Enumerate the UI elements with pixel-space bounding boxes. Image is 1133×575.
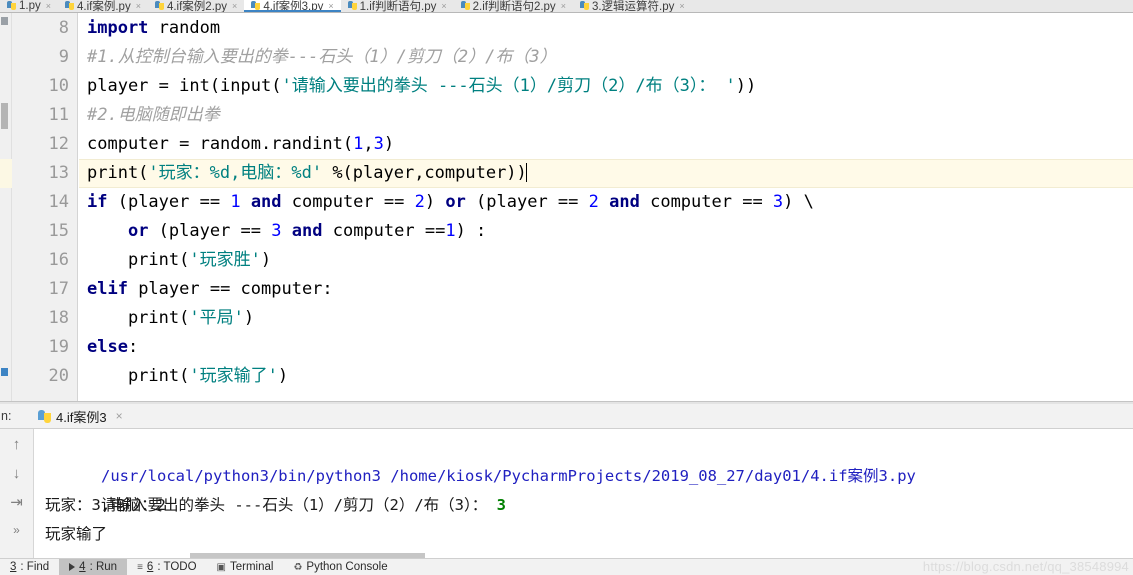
editor-tab-2[interactable]: 4.if案例2.py × <box>148 0 244 12</box>
line-number: 11 <box>48 105 69 125</box>
status-bar-item-run[interactable]: 4: Run <box>59 558 128 575</box>
line-number: 20 <box>48 366 69 386</box>
editor-tab-3[interactable]: 4.if案例3.py × <box>244 0 342 13</box>
code-line[interactable]: import random <box>87 14 220 43</box>
python-file-icon <box>251 1 261 10</box>
code-line[interactable]: if (player == 1 and computer == 2) or (p… <box>87 188 814 217</box>
line-number: 12 <box>48 134 69 154</box>
editor-tab-1[interactable]: 4.if案例.py × <box>58 0 148 12</box>
close-icon[interactable]: × <box>136 1 141 11</box>
soft-wrap-icon[interactable]: ⇥ <box>10 495 23 510</box>
close-icon[interactable]: × <box>232 1 237 11</box>
code-line[interactable]: computer = random.randint(1,3) <box>87 130 394 159</box>
code-line[interactable]: print('玩家胜') <box>87 246 271 275</box>
code-line[interactable]: else: <box>87 333 138 362</box>
list-icon: ≡ <box>137 561 143 573</box>
line-number: 8 <box>58 18 69 38</box>
line-number: 10 <box>48 76 69 96</box>
console-output-line-2: 玩家输了 <box>45 525 108 543</box>
pycharm-window: 1.py × 4.if案例.py × 4.if案例2.py × 4.if案例3.py × 1.i… <box>0 0 1133 575</box>
code-line[interactable]: elif player == computer: <box>87 275 333 304</box>
run-panel-title: n: <box>1 409 12 423</box>
editor-tab-label: 2.if判断语句2.py <box>472 0 556 13</box>
editor-tab-label: 3.逻辑运算符.py <box>591 0 675 13</box>
status-bar: 3: Find 4: Run ≡ 6: TODO ▣ Terminal ♻ Python Co… <box>0 558 1133 575</box>
editor-tab-label: 1.py <box>19 0 41 12</box>
run-panel-header: n: 4.if案例3 × <box>0 404 1133 429</box>
marker-bookmark <box>1 368 8 376</box>
editor-marker-column <box>0 13 12 401</box>
code-editor[interactable]: 8 9 10 11 12 13 14 15 16 17 18 19 20 import random #1… <box>0 13 1133 401</box>
editor-tab-5[interactable]: 2.if判断语句2.py × <box>454 0 573 12</box>
editor-tab-label: 4.if案例.py <box>77 0 131 13</box>
more-options-icon[interactable]: » <box>13 524 20 536</box>
marker-changed <box>1 17 8 25</box>
console-user-input: 3 <box>496 496 506 514</box>
watermark: https://blog.csdn.net/qq_38548994 <box>922 559 1129 574</box>
python-file-icon <box>7 1 16 10</box>
close-icon[interactable]: × <box>441 1 446 11</box>
status-bar-item-find[interactable]: 3: Find <box>0 559 59 575</box>
python-file-icon <box>65 1 75 10</box>
line-number: 19 <box>48 337 69 357</box>
scroll-up-icon[interactable]: ↑ <box>13 437 21 452</box>
line-number: 14 <box>48 192 69 212</box>
console-command-text: /usr/local/python3/bin/python3 /home/kio… <box>101 467 916 485</box>
status-bar-item-label: : TODO <box>157 561 197 573</box>
status-bar-item-label: Python Console <box>306 561 388 573</box>
editor-tab-label: 1.if判断语句.py <box>359 0 437 13</box>
play-icon <box>69 563 76 571</box>
python-file-icon <box>460 1 470 10</box>
run-tab-label: 4.if案例3 <box>56 409 107 425</box>
status-bar-item-label: Terminal <box>229 561 274 573</box>
code-line[interactable]: player = int(input('请输入要出的拳头 ---石头（1）/剪刀… <box>87 72 756 101</box>
scroll-down-icon[interactable]: ↓ <box>13 466 21 481</box>
run-console-output[interactable]: /usr/local/python3/bin/python3 /home/kio… <box>35 429 1133 558</box>
run-panel-toolbar: ↑ ↓ ⇥ » <box>0 429 34 558</box>
code-line[interactable]: #2.电脑随即出拳 <box>87 101 220 130</box>
status-bar-item-label: : Find <box>20 561 50 573</box>
code-line[interactable]: #1.从控制台输入要出的拳---石头（1）/剪刀（2）/布（3） <box>87 43 557 72</box>
line-number: 9 <box>58 47 69 67</box>
python-file-icon <box>579 1 589 10</box>
status-bar-item-label: : Run <box>89 561 118 573</box>
python-file-icon <box>154 1 164 10</box>
python-file-icon <box>38 409 51 423</box>
line-number: 13 <box>48 163 69 183</box>
editor-tab-6[interactable]: 3.逻辑运算符.py × <box>573 0 692 12</box>
marker-block <box>1 103 8 129</box>
run-configuration-tab[interactable]: 4.if案例3 × <box>38 407 123 426</box>
status-bar-item-shortcut: 6 <box>146 561 154 573</box>
status-bar-item-todo[interactable]: ≡ 6: TODO <box>127 559 206 575</box>
console-command-line: /usr/local/python3/bin/python3 /home/kio… <box>45 433 1133 485</box>
line-number: 16 <box>48 250 69 270</box>
terminal-icon: ▣ <box>216 561 226 573</box>
editor-tab-label: 4.if案例3.py <box>263 0 324 13</box>
close-icon[interactable]: × <box>116 409 123 423</box>
editor-line-number-gutter[interactable]: 8 9 10 11 12 13 14 15 16 17 18 19 20 <box>12 13 78 401</box>
python-file-icon <box>347 1 357 10</box>
close-icon[interactable]: × <box>46 1 51 11</box>
close-icon[interactable]: × <box>561 1 566 11</box>
editor-tab-4[interactable]: 1.if判断语句.py × <box>341 0 454 12</box>
editor-code-area[interactable]: import random #1.从控制台输入要出的拳---石头（1）/剪刀（2）… <box>79 13 1133 401</box>
line-number: 17 <box>48 279 69 299</box>
editor-tab-0[interactable]: 1.py × <box>0 0 58 12</box>
line-number: 18 <box>48 308 69 328</box>
editor-tab-bar: 1.py × 4.if案例.py × 4.if案例2.py × 4.if案例3.py × 1.i… <box>0 0 1133 13</box>
status-bar-item-shortcut: 3 <box>10 561 17 573</box>
code-line[interactable]: print('玩家：%d,电脑：%d' %(player,computer)) <box>87 159 527 188</box>
editor-tab-label: 4.if案例2.py <box>166 0 228 13</box>
status-bar-item-terminal[interactable]: ▣ Terminal <box>207 559 284 575</box>
code-line[interactable]: print('玩家输了') <box>87 362 288 391</box>
status-bar-item-pythonconsole[interactable]: ♻ Python Console <box>283 559 397 575</box>
line-number: 15 <box>48 221 69 241</box>
close-icon[interactable]: × <box>679 1 684 11</box>
code-line[interactable]: or (player == 3 and computer ==1) : <box>87 217 486 246</box>
code-line[interactable]: print('平局') <box>87 304 254 333</box>
python-icon: ♻ <box>293 561 303 573</box>
status-bar-item-shortcut: 4 <box>79 561 86 573</box>
close-icon[interactable]: × <box>328 1 333 11</box>
